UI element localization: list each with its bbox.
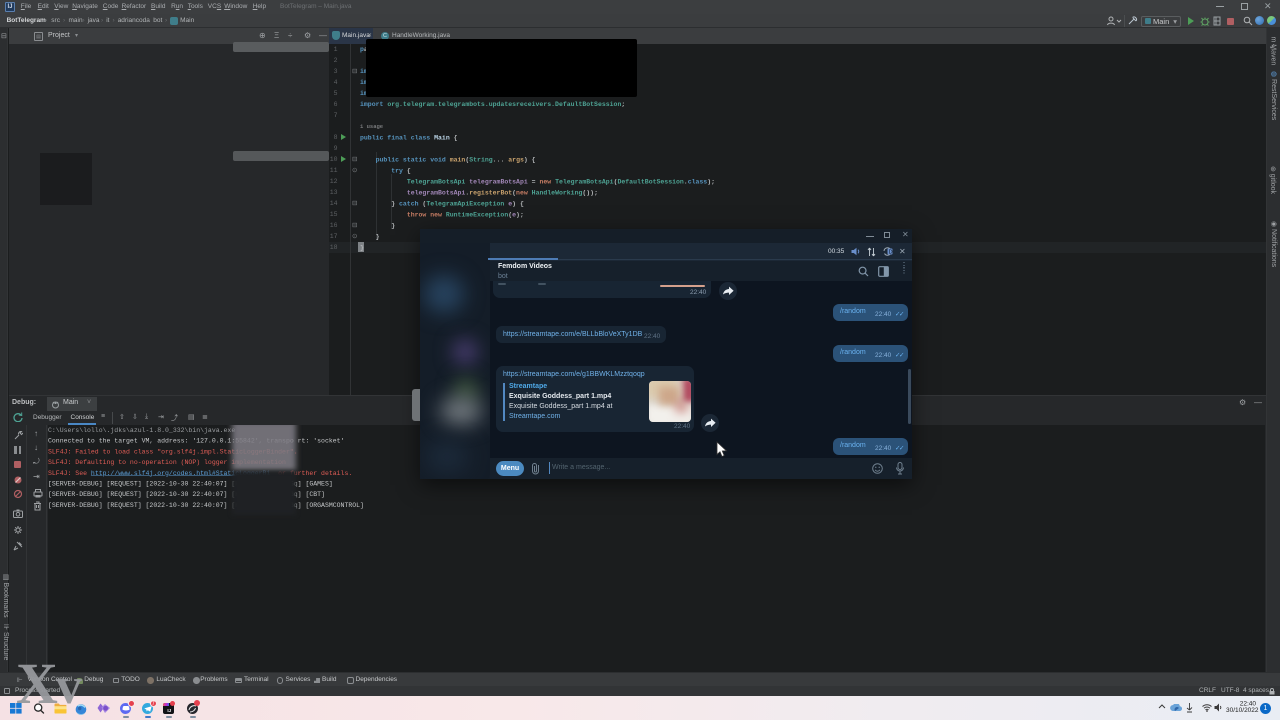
svg-text:D: D — [889, 250, 893, 256]
